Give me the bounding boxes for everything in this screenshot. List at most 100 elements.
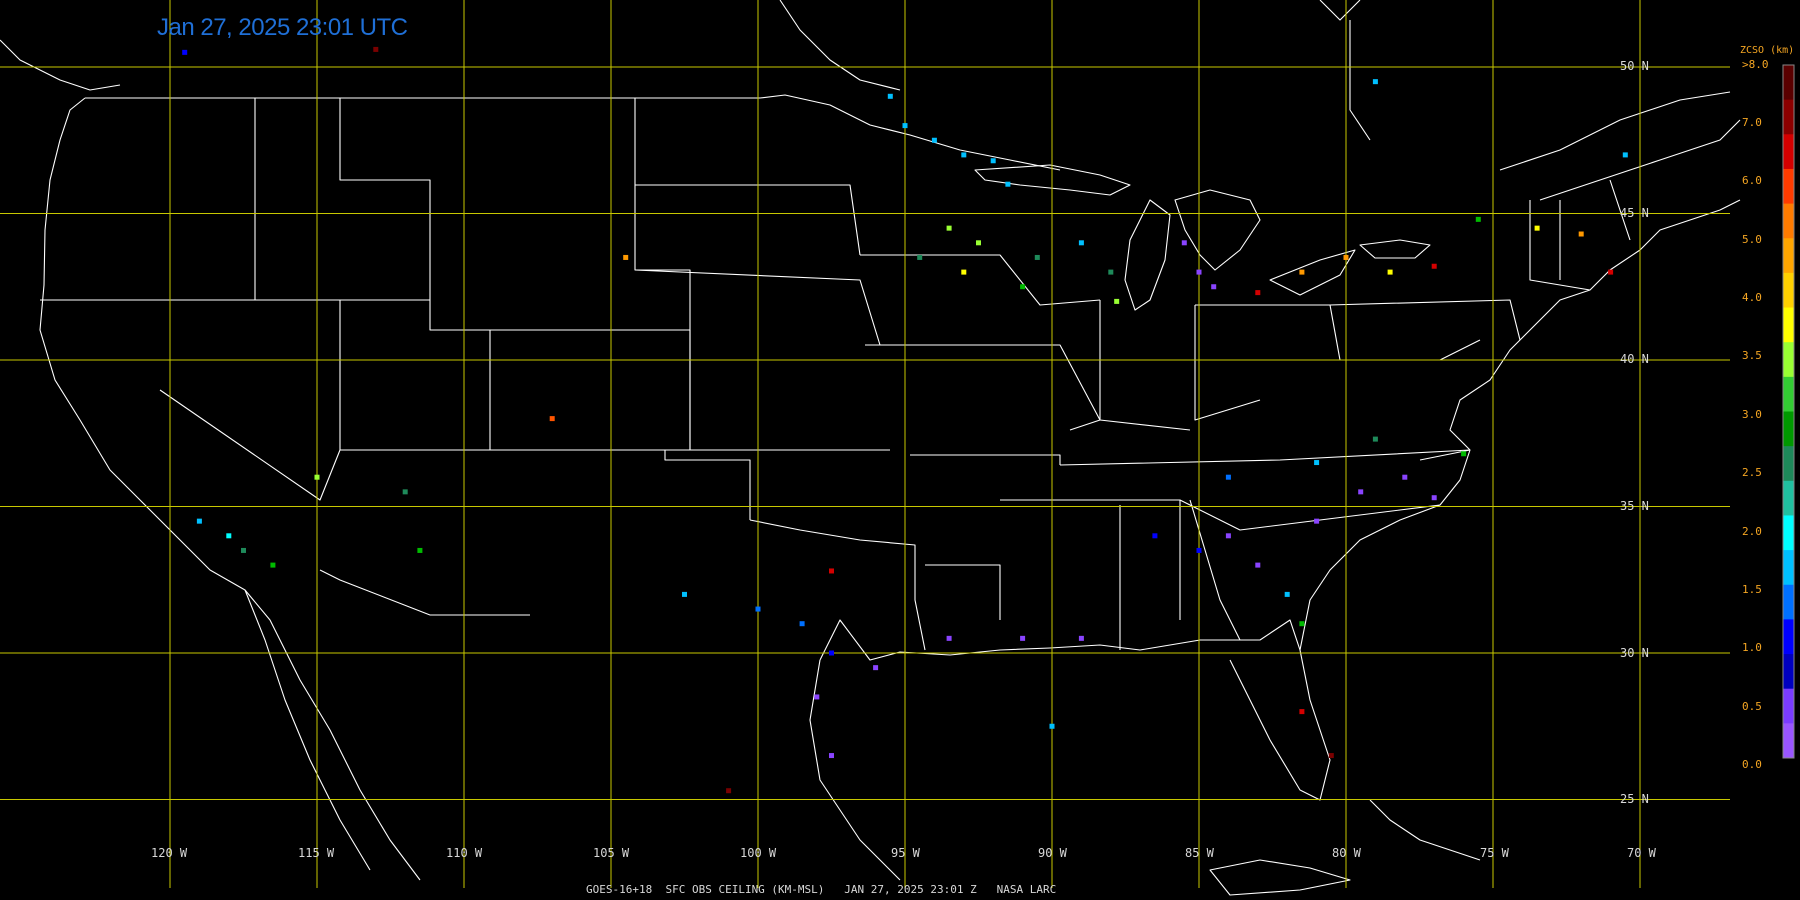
- station-point: [799, 621, 805, 627]
- colorbar-swatch: [1783, 446, 1794, 482]
- colorbar-swatch: [1783, 238, 1794, 274]
- lon-label-115: 115 W: [298, 846, 335, 860]
- station-point: [270, 562, 276, 568]
- station-point: [887, 93, 893, 99]
- station-point: [1152, 533, 1158, 539]
- lon-label-85: 85 W: [1185, 846, 1214, 860]
- station-point: [1608, 269, 1614, 275]
- station-point: [829, 568, 834, 574]
- station-point: [1328, 753, 1334, 759]
- station-point: [1534, 225, 1540, 231]
- station-point: [961, 269, 967, 275]
- colorbar-label: 0.0: [1742, 758, 1762, 771]
- station-point: [182, 49, 188, 55]
- station-point: [1225, 474, 1231, 480]
- station-point: [1578, 231, 1584, 237]
- colorbar-swatch: [1783, 134, 1794, 170]
- station-point: [1372, 79, 1378, 85]
- station-point: [1622, 152, 1628, 158]
- colorbar-label: 0.5: [1742, 699, 1762, 713]
- station-point: [1431, 495, 1437, 501]
- station-point: [917, 254, 923, 260]
- colorbar-swatch: [1783, 723, 1794, 759]
- station-point: [1343, 254, 1349, 260]
- colorbar-label: 2.0: [1742, 524, 1762, 538]
- colorbar-label: 5.0: [1742, 232, 1762, 246]
- map-footer: GOES-16+18 SFC OBS CEILING (KM-MSL) JAN …: [586, 883, 1057, 896]
- colorbar-swatch: [1783, 272, 1794, 309]
- colorbar-swatch: [1783, 65, 1794, 101]
- colorbar-label: 6.0: [1742, 174, 1762, 188]
- lon-label-70: 70 W: [1627, 846, 1656, 860]
- lat-label-40: 40 N: [1620, 352, 1649, 366]
- station-point: [1196, 547, 1202, 553]
- colorbar: [1782, 64, 1795, 759]
- colorbar-swatch: [1783, 480, 1794, 516]
- station-point: [402, 489, 408, 495]
- station-point: [755, 606, 761, 612]
- lon-label-120: 120 W: [151, 846, 188, 860]
- station-point: [1255, 290, 1261, 296]
- colorbar-label: 1.0: [1742, 641, 1762, 655]
- lon-label-75: 75 W: [1480, 846, 1509, 860]
- colorbar-swatch: [1783, 342, 1794, 378]
- station-point: [829, 753, 834, 759]
- station-point: [373, 46, 379, 52]
- station-point: [1020, 284, 1026, 290]
- station-point: [1372, 436, 1378, 442]
- station-point: [1108, 269, 1114, 275]
- lat-label-45: 45 N: [1620, 206, 1649, 220]
- station-point: [241, 547, 246, 553]
- colorbar-swatch: [1783, 550, 1794, 586]
- colorbar-swatch: [1783, 307, 1794, 343]
- station-point: [1034, 254, 1040, 260]
- station-point: [1020, 635, 1026, 641]
- colorbar-swatch: [1783, 654, 1794, 690]
- station-point: [1049, 723, 1055, 729]
- colorbar-top-label: >8.0: [1742, 58, 1769, 71]
- station-point: [902, 123, 908, 129]
- lat-label-50: 50 N: [1620, 59, 1649, 73]
- station-point: [961, 152, 967, 158]
- lat-label-35: 35 N: [1620, 499, 1649, 513]
- lat-label-25: 25 N: [1620, 792, 1649, 806]
- lon-label-100: 100 W: [740, 846, 777, 860]
- station-point: [1284, 591, 1290, 597]
- lon-label-90: 90 W: [1038, 846, 1067, 860]
- station-point: [1078, 635, 1084, 641]
- station-point: [623, 254, 629, 260]
- colorbar-label: 7.0: [1742, 116, 1762, 129]
- colorbar-swatch: [1783, 203, 1794, 239]
- station-point: [726, 788, 732, 794]
- lon-label-95: 95 W: [891, 846, 920, 860]
- station-point: [931, 137, 937, 143]
- colorbar-swatch: [1783, 688, 1794, 724]
- station-point: [1005, 181, 1011, 187]
- station-point: [226, 533, 232, 539]
- colorbar-swatch: [1783, 619, 1794, 655]
- station-point: [1314, 460, 1320, 466]
- colorbar-label: 3.5: [1742, 349, 1762, 363]
- station-point: [814, 694, 820, 700]
- station-point: [1114, 298, 1120, 304]
- station-point: [1225, 533, 1231, 539]
- colorbar-title: ZCSO (km): [1740, 45, 1795, 56]
- station-point: [1255, 562, 1261, 568]
- station-point: [1387, 269, 1393, 275]
- colorbar-label: 4.0: [1742, 291, 1762, 305]
- station-point: [946, 635, 952, 641]
- station-point: [1299, 621, 1305, 627]
- station-point: [873, 665, 879, 671]
- station-point: [1211, 284, 1217, 290]
- station-point: [1196, 269, 1202, 275]
- station-point: [549, 416, 555, 422]
- station-point: [682, 591, 687, 597]
- station-point: [1461, 451, 1467, 457]
- colorbar-label: 3.0: [1742, 407, 1762, 421]
- colorbar-swatch: [1783, 168, 1794, 205]
- station-point: [1475, 216, 1481, 222]
- colorbar-swatch: [1783, 411, 1794, 447]
- colorbar-label: 2.5: [1742, 466, 1762, 480]
- lon-label-105: 105 W: [593, 846, 630, 860]
- station-point: [1358, 489, 1364, 495]
